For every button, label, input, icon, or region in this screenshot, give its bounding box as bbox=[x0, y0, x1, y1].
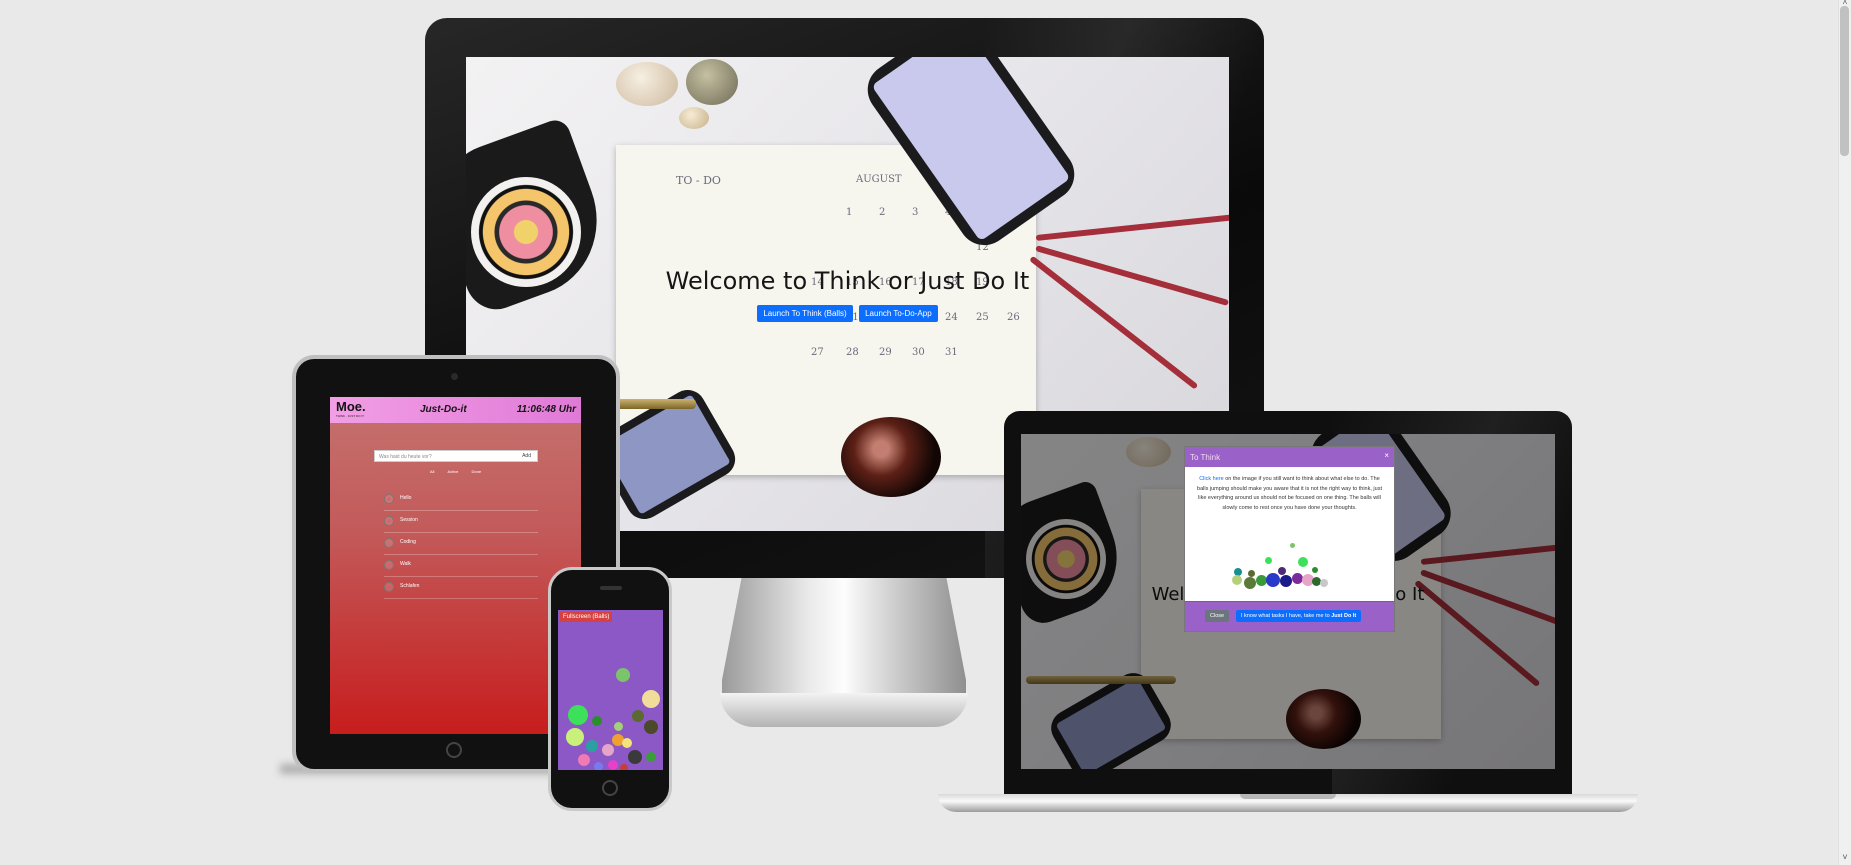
ball bbox=[594, 762, 603, 770]
list-item[interactable]: Hello bbox=[384, 489, 538, 511]
ipad-screen-todo-app: Moe. THINK · JUST DO IT Just-Do-it 11:06… bbox=[330, 397, 581, 734]
modal-header: To Think × bbox=[1185, 447, 1394, 467]
macbook-screen: Welcome to Think or Just Do It To Think … bbox=[1021, 434, 1555, 769]
home-button-icon bbox=[446, 742, 462, 758]
ball bbox=[566, 728, 584, 746]
filter-active[interactable]: Active bbox=[447, 469, 458, 474]
app-title: Just-Do-it bbox=[420, 404, 467, 415]
close-icon[interactable]: × bbox=[1384, 451, 1389, 460]
app-logo-subtitle: THINK · JUST DO IT bbox=[336, 414, 364, 418]
ball bbox=[568, 705, 588, 725]
todo-input[interactable]: Was hast du heute vor? Add bbox=[374, 450, 538, 462]
app-clock: 11:06:48 Uhr bbox=[516, 404, 576, 415]
pen bbox=[616, 399, 696, 409]
todo-checkbox[interactable] bbox=[384, 582, 394, 592]
modal-title: To Think bbox=[1190, 453, 1221, 462]
app-header: Moe. THINK · JUST DO IT Just-Do-it 11:06… bbox=[330, 397, 581, 423]
list-item[interactable]: Coding bbox=[384, 533, 538, 555]
hero-buttons: Launch To Think (Balls) Launch To-Do-App bbox=[466, 303, 1229, 322]
paper-month-label: AUGUST bbox=[856, 174, 902, 185]
list-item[interactable]: Walk bbox=[384, 555, 538, 577]
ball bbox=[620, 764, 628, 770]
ball bbox=[592, 716, 602, 726]
fullscreen-button[interactable]: Fullscreen (Balls) bbox=[560, 612, 613, 622]
ball bbox=[578, 754, 590, 766]
ball bbox=[622, 738, 632, 748]
ball bbox=[628, 750, 642, 764]
todo-label: Hello bbox=[400, 495, 412, 501]
app-logo[interactable]: Moe. bbox=[336, 399, 366, 414]
hero-title: Welcome to Think or Just Do It bbox=[665, 267, 1030, 295]
ball bbox=[586, 740, 598, 752]
stone bbox=[679, 107, 709, 129]
sunglasses bbox=[841, 417, 941, 497]
modal-body-text: on the image if you still want to think … bbox=[1197, 476, 1382, 511]
home-button-icon bbox=[602, 780, 618, 796]
todo-checkbox[interactable] bbox=[384, 494, 394, 504]
todo-list: Hello Session Coding Walk Schlafen bbox=[384, 489, 538, 599]
filter-all[interactable]: All bbox=[430, 469, 434, 474]
click-here-link[interactable]: Click here bbox=[1199, 476, 1223, 482]
todo-label: Walk bbox=[400, 561, 411, 567]
pencil bbox=[1035, 214, 1229, 241]
iphone-screen-balls: Fullscreen (Balls) bbox=[558, 610, 663, 770]
ball bbox=[608, 760, 618, 770]
ball bbox=[616, 668, 630, 682]
imac-stand bbox=[722, 578, 966, 698]
speaker-icon bbox=[600, 586, 622, 590]
stone bbox=[616, 62, 678, 106]
go-to-just-do-it-button[interactable]: I know what tasks I have, take me to Jus… bbox=[1236, 610, 1362, 622]
todo-label: Schlafen bbox=[400, 583, 420, 589]
todo-input-placeholder: Was hast du heute vor? bbox=[379, 454, 432, 460]
add-todo-button[interactable]: Add bbox=[522, 453, 531, 459]
todo-checkbox[interactable] bbox=[384, 560, 394, 570]
list-item[interactable]: Session bbox=[384, 511, 538, 533]
todo-filters: All Active Done bbox=[330, 469, 581, 474]
camera-icon bbox=[451, 373, 458, 380]
list-item[interactable]: Schlafen bbox=[384, 577, 538, 599]
close-button[interactable]: Close bbox=[1205, 610, 1230, 622]
macbook-notch bbox=[1240, 794, 1336, 799]
launch-todo-button[interactable]: Launch To-Do-App bbox=[859, 305, 938, 322]
paper-todo-label: TO - DO bbox=[676, 174, 721, 187]
todo-label: Session bbox=[400, 517, 418, 523]
imac-stand-base bbox=[720, 693, 968, 727]
modal-footer: Close I know what tasks I have, take me … bbox=[1185, 601, 1394, 631]
to-think-modal: To Think × Click here on the image if yo… bbox=[1184, 446, 1395, 632]
todo-checkbox[interactable] bbox=[384, 538, 394, 548]
go-button-strong: Just Do It bbox=[1331, 613, 1357, 619]
modal-body: Click here on the image if you still wan… bbox=[1185, 467, 1394, 521]
ball bbox=[644, 720, 658, 734]
balls-preview-image[interactable] bbox=[1230, 543, 1350, 589]
scroll-down-icon[interactable]: ˅ bbox=[1839, 852, 1851, 864]
launch-balls-button[interactable]: Launch To Think (Balls) bbox=[757, 305, 853, 322]
go-button-label: I know what tasks I have, take me to bbox=[1241, 613, 1330, 619]
ball bbox=[614, 722, 623, 731]
scrollbar-thumb[interactable] bbox=[1840, 6, 1849, 156]
todo-label: Coding bbox=[400, 539, 416, 545]
ball bbox=[632, 710, 644, 722]
stone bbox=[686, 59, 738, 105]
ball bbox=[602, 744, 614, 756]
scroll-up-icon[interactable]: ˄ bbox=[1839, 0, 1851, 8]
ball bbox=[646, 752, 656, 762]
ball bbox=[642, 690, 660, 708]
todo-checkbox[interactable] bbox=[384, 516, 394, 526]
filter-done[interactable]: Done bbox=[472, 469, 482, 474]
